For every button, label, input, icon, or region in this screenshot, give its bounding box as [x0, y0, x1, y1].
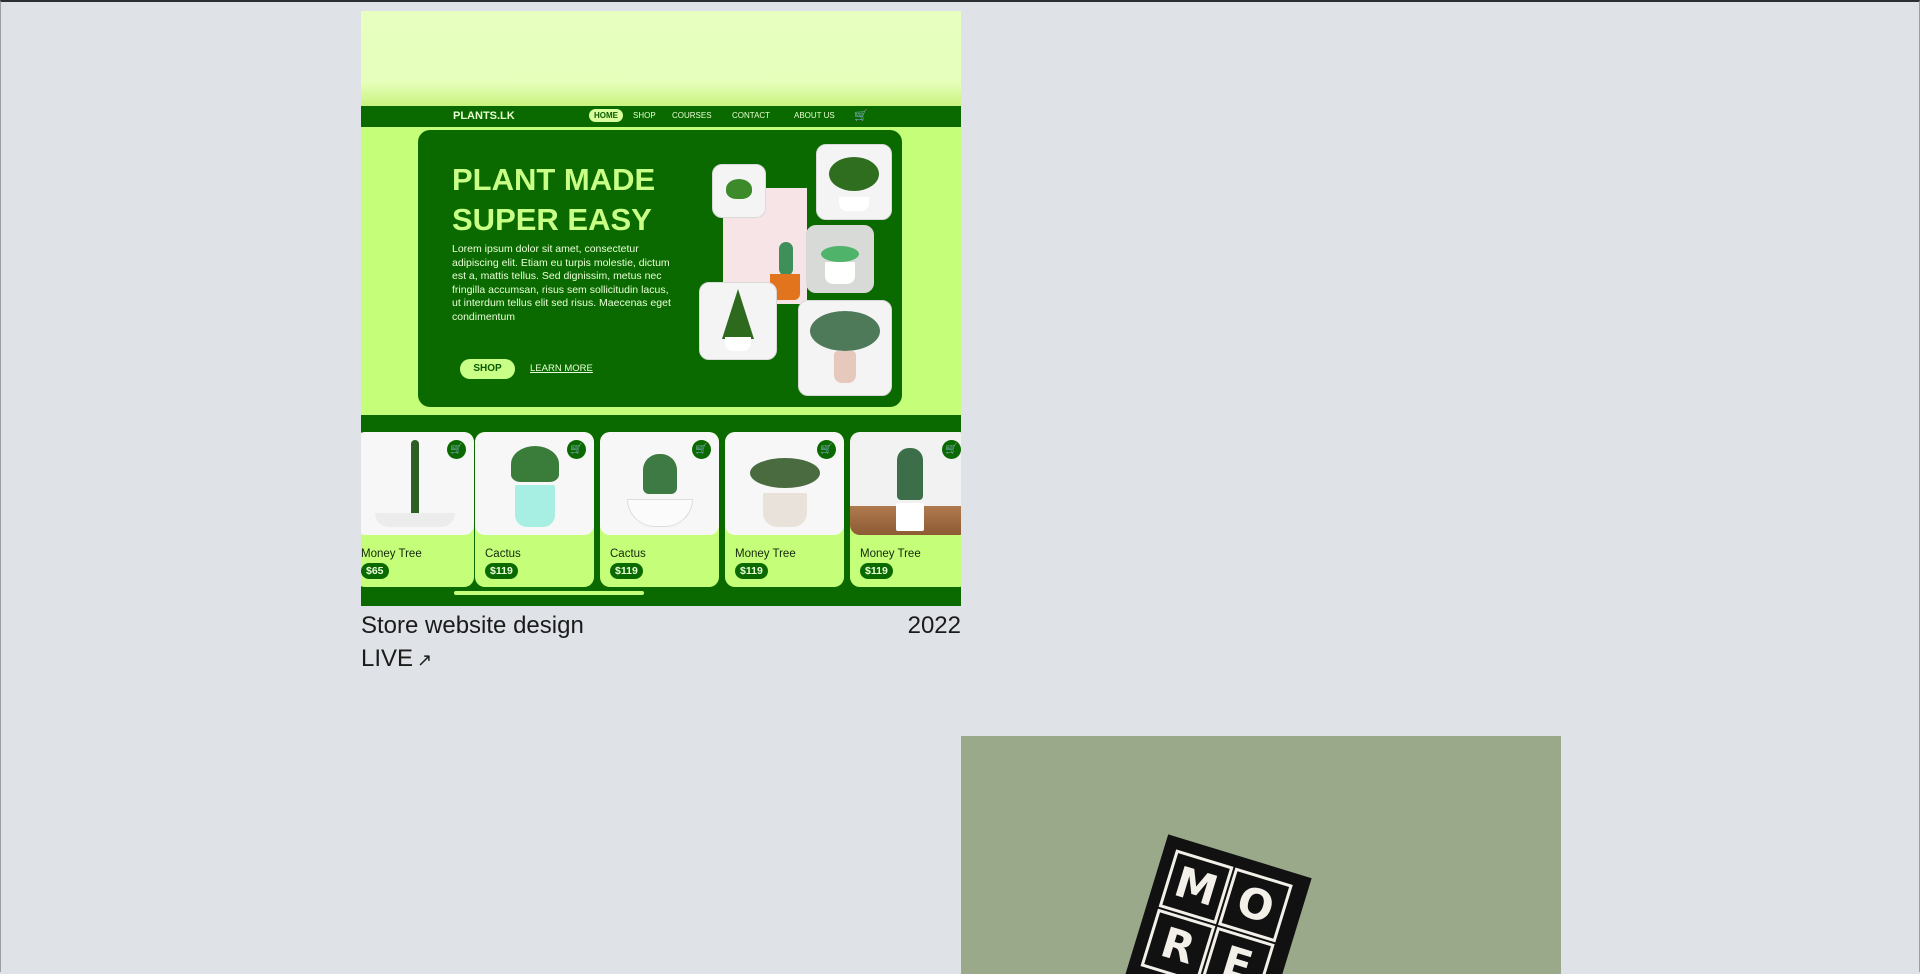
add-to-cart-icon: 🛒: [692, 440, 711, 459]
pot-icon: [514, 485, 555, 527]
product-card: 🛒 Cactus $119: [475, 432, 594, 587]
trailing-plant-icon: [749, 458, 820, 488]
mockup-nav-courses: COURSES: [672, 111, 712, 120]
product-price: $65: [361, 563, 389, 579]
mockup-navbar: PLANTS.LK HOME SHOP COURSES CONTACT ABOU…: [361, 106, 961, 127]
live-label: LIVE: [361, 645, 414, 672]
mockup-nav-home: HOME: [589, 109, 623, 122]
mockup-nav-about: ABOUT US: [794, 111, 835, 120]
cactus-icon: [642, 454, 677, 494]
eucalyptus-icon: [810, 311, 880, 351]
cypress-icon: [722, 289, 754, 339]
mockup-scroll-indicator: [454, 591, 644, 595]
plant-leaf-icon: [726, 179, 752, 199]
project-title: Store website design: [361, 612, 584, 639]
add-to-cart-icon: 🛒: [942, 440, 961, 459]
project-card-store[interactable]: PLANTS.LK HOME SHOP COURSES CONTACT ABOU…: [361, 11, 961, 672]
product-price: $119: [610, 563, 643, 579]
live-link[interactable]: LIVE ↗: [361, 645, 432, 673]
pot-icon: [626, 499, 693, 527]
product-card: 🛒 Money Tree $119: [850, 432, 961, 587]
vase-icon: [834, 351, 856, 383]
add-to-cart-icon: 🛒: [447, 440, 466, 459]
add-to-cart-icon: 🛒: [817, 440, 836, 459]
plant-tile-bush: [816, 144, 892, 220]
mockup-hero: PLANT MADE SUPER EASY Lorem ipsum dolor …: [418, 130, 902, 407]
arrow-up-right-icon: ↗: [417, 650, 433, 670]
hero-title-line-1: PLANT MADE: [452, 162, 656, 197]
pot-icon: [839, 197, 869, 211]
product-card: 🛒 Money Tree $119: [725, 432, 844, 587]
snake-plant-icon: [896, 448, 923, 500]
money-tree-icon: [410, 440, 419, 518]
product-card: 🛒 Money Tree $65: [361, 432, 474, 587]
pot-icon: [895, 503, 924, 531]
product-name: Money Tree: [361, 548, 422, 560]
mockup-hero-title: PLANT MADE SUPER EASY: [452, 160, 712, 240]
pot-icon: [825, 262, 855, 284]
mockup-hero-text: Lorem ipsum dolor sit amet, consectetur …: [452, 243, 671, 323]
product-name: Money Tree: [735, 548, 796, 560]
product-price: $119: [485, 563, 518, 579]
product-card: 🛒 Cactus $119: [600, 432, 719, 587]
hero-title-line-2: SUPER EASY: [452, 202, 652, 237]
plant-tile-eucalyptus: [798, 300, 892, 396]
product-name: Cactus: [610, 548, 646, 560]
product-price: $119: [860, 563, 893, 579]
product-name: Cactus: [485, 548, 521, 560]
project-thumbnail[interactable]: PLANTS.LK HOME SHOP COURSES CONTACT ABOU…: [361, 11, 961, 606]
mockup-nav-contact: CONTACT: [732, 111, 771, 120]
mockup-shop-button: SHOP: [460, 359, 515, 379]
pot-icon: [374, 513, 455, 527]
plant-tile-succulent: [806, 225, 874, 293]
mockup-brand: PLANTS.LK: [453, 110, 515, 122]
more-tiles-artwork: M O R E: [1124, 834, 1312, 974]
plant-tile-small: [712, 164, 766, 218]
project-meta: Store website design 2022 LIVE ↗: [361, 606, 961, 672]
project-thumbnail-more[interactable]: M O R E: [961, 736, 1561, 974]
pot-icon: [762, 493, 807, 527]
cactus-icon: [779, 242, 793, 276]
mockup-learn-more-link: LEARN MORE: [530, 363, 593, 374]
succulent-icon: [821, 246, 859, 262]
bush-icon: [829, 157, 879, 191]
product-price: $119: [735, 563, 768, 579]
mockup-top-band: [361, 11, 961, 106]
mockup-nav-shop: SHOP: [633, 111, 656, 120]
cart-icon: 🛒: [854, 110, 868, 122]
pot-icon: [725, 337, 751, 351]
aloe-icon: [510, 446, 559, 482]
plant-tile-cypress: [699, 282, 777, 360]
project-year: 2022: [907, 612, 961, 639]
add-to-cart-icon: 🛒: [567, 440, 586, 459]
product-name: Money Tree: [860, 548, 921, 560]
